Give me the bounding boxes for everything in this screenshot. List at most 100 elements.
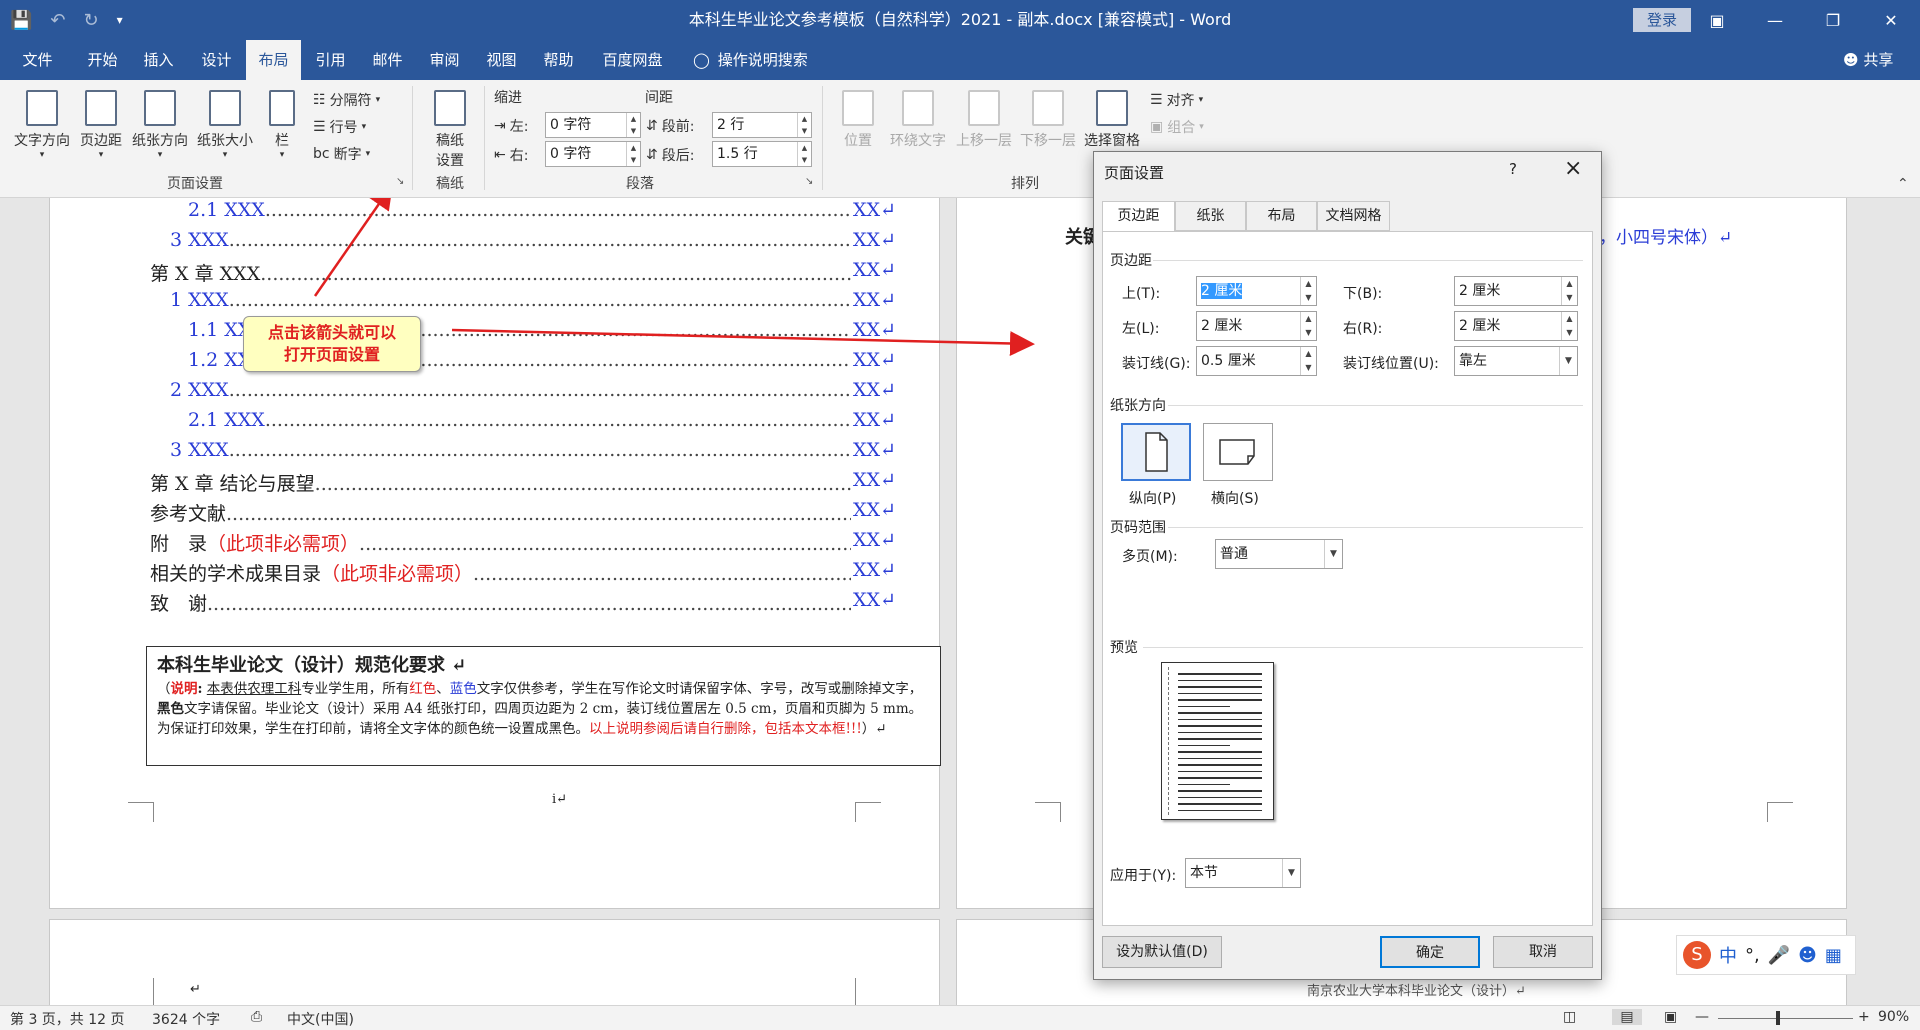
toc-entry[interactable]: 第 X 章 XXX...............................… — [150, 259, 896, 285]
tab-view[interactable]: 视图 — [474, 40, 529, 80]
punctuation-icon[interactable]: °, — [1745, 945, 1760, 966]
minimize-icon[interactable]: — — [1746, 0, 1804, 40]
toc-entry[interactable]: 相关的学术成果目录（此项非必需项）.......................… — [150, 559, 896, 585]
tab-layout[interactable]: 布局 — [246, 40, 301, 80]
gutter-input[interactable]: 0.5 厘米 ▲ ▼ — [1196, 346, 1317, 376]
tab-home[interactable]: 开始 — [75, 40, 130, 80]
tab-baidu-netdisk[interactable]: 百度网盘 — [595, 40, 670, 80]
tab-mailings[interactable]: 邮件 — [360, 40, 415, 80]
zoom-level[interactable]: 90% — [1878, 1009, 1909, 1025]
zoom-in-icon[interactable]: + — [1858, 1009, 1870, 1025]
tab-paper[interactable]: 纸张 — [1175, 201, 1246, 231]
draft-settings-button[interactable]: 稿纸 设置 — [424, 90, 476, 170]
gutter-position-select[interactable]: 靠左 ▼ — [1454, 346, 1578, 376]
toc-entry[interactable]: 1 XXX...................................… — [170, 289, 896, 315]
document-page-next-left[interactable]: ↵ — [49, 919, 940, 1005]
orientation-button[interactable]: 纸张方向 ▾ — [128, 90, 192, 160]
toc-entry[interactable]: 第 X 章 结论与展望.............................… — [150, 469, 896, 495]
position-button[interactable]: 位置 — [836, 90, 880, 150]
columns-button[interactable]: 栏 ▾ — [264, 90, 300, 160]
right-margin-input[interactable]: 2 厘米 ▲ ▼ — [1454, 311, 1578, 341]
toc-entry[interactable]: 致 谢.....................................… — [150, 589, 896, 615]
margins-button[interactable]: 页边距 ▾ — [76, 90, 126, 160]
customize-qat-icon[interactable]: ▾ — [117, 13, 123, 27]
align-button[interactable]: ☰ 对齐 ▾ — [1150, 90, 1203, 110]
portrait-label[interactable]: 纵向(P) — [1129, 488, 1176, 508]
toc-entry[interactable]: 参考文献....................................… — [150, 499, 896, 525]
language-indicator[interactable]: 中文(中国) — [287, 1009, 354, 1029]
zoom-out-icon[interactable]: — — [1695, 1009, 1709, 1025]
toc-entry[interactable]: 2.1 XXX.................................… — [188, 199, 896, 225]
left-margin-input[interactable]: 2 厘米 ▲ ▼ — [1196, 311, 1317, 341]
help-icon[interactable]: ? — [1509, 160, 1517, 178]
text-direction-button[interactable]: 文字方向 ▾ — [10, 90, 74, 160]
restore-icon[interactable]: ❐ — [1804, 0, 1862, 40]
bottom-margin-input[interactable]: 2 厘米 ▲ ▼ — [1454, 276, 1578, 306]
apply-to-select[interactable]: 本节 ▼ — [1185, 858, 1301, 888]
tab-file[interactable]: 文件 — [10, 40, 65, 80]
collapse-ribbon-icon[interactable]: ⌃ — [1897, 176, 1909, 192]
top-margin-input[interactable]: 2 厘米 ▲ ▼ — [1196, 276, 1317, 306]
toc-entry[interactable]: 2 XXX...................................… — [170, 379, 896, 405]
landscape-option[interactable] — [1203, 423, 1273, 481]
indent-right-input[interactable]: 0 字符 ▲ ▼ — [545, 141, 641, 167]
ime-mode-label[interactable]: 中 — [1719, 942, 1737, 968]
wrap-text-button[interactable]: 环绕文字 — [886, 90, 950, 150]
page-count[interactable]: 第 3 页，共 12 页 — [10, 1009, 125, 1029]
dialog-close-icon[interactable]: × — [1564, 156, 1582, 181]
tab-review[interactable]: 审阅 — [417, 40, 472, 80]
ok-button[interactable]: 确定 — [1380, 936, 1480, 968]
bring-forward-button[interactable]: 上移一层 — [952, 90, 1016, 150]
toolbox-icon[interactable]: ▦ — [1825, 945, 1842, 966]
set-default-button[interactable]: 设为默认值(D) — [1102, 936, 1222, 968]
toc-entry[interactable]: 2.1 XXX.................................… — [188, 409, 896, 435]
tab-references[interactable]: 引用 — [303, 40, 358, 80]
print-layout-icon[interactable]: ▤ — [1612, 1009, 1642, 1025]
login-button[interactable]: 登录 — [1633, 8, 1691, 32]
spacing-after-input[interactable]: 1.5 行 ▲ ▼ — [712, 141, 812, 167]
hyphenation-button[interactable]: bc 断字 ▾ — [313, 144, 370, 164]
undo-icon[interactable]: ↶ — [50, 10, 65, 31]
tab-dialog-layout[interactable]: 布局 — [1246, 201, 1317, 231]
size-button[interactable]: 纸张大小 ▾ — [193, 90, 257, 160]
tab-document-grid[interactable]: 文档网格 — [1317, 201, 1390, 231]
spacing-before-input[interactable]: 2 行 ▲ ▼ — [712, 112, 812, 138]
group-objects-button[interactable]: ▣ 组合 ▾ — [1150, 117, 1204, 137]
web-layout-icon[interactable]: ▣ — [1664, 1009, 1677, 1025]
cancel-button[interactable]: 取消 — [1493, 936, 1593, 968]
tab-design[interactable]: 设计 — [189, 40, 244, 80]
indent-left-input[interactable]: 0 字符 ▲ ▼ — [545, 112, 641, 138]
tab-margins[interactable]: 页边距 — [1102, 201, 1175, 233]
multiple-pages-select[interactable]: 普通 ▼ — [1215, 539, 1343, 569]
requirements-textbox[interactable]: 本科生毕业论文（设计）规范化要求 ↵ （说明: 本表供农理工科专业学生用，所有红… — [146, 646, 941, 766]
landscape-label[interactable]: 横向(S) — [1211, 488, 1259, 508]
send-backward-button[interactable]: 下移一层 — [1016, 90, 1080, 150]
user-icon[interactable]: ☻ — [1798, 945, 1817, 966]
line-numbers-button[interactable]: ☰ 行号 ▾ — [313, 117, 366, 137]
share-button[interactable]: ☻ 共享 — [1843, 40, 1893, 80]
proofing-icon[interactable]: ⎙ — [251, 1009, 262, 1025]
spacing-before-label: ⇵ 段前: — [646, 118, 695, 135]
tell-me-search[interactable]: ◯ 操作说明搜索 — [693, 40, 808, 80]
word-count[interactable]: 3624 个字 — [152, 1009, 220, 1029]
redo-icon[interactable]: ↻ — [84, 10, 99, 31]
paragraph-launcher-icon[interactable]: ↘ — [805, 176, 813, 187]
read-mode-icon[interactable]: ◫ — [1563, 1009, 1576, 1025]
zoom-slider-thumb[interactable] — [1776, 1011, 1780, 1025]
toc-entry[interactable]: 附 录（此项非必需项）.............................… — [150, 529, 896, 555]
toc-entry[interactable]: 3 XXX...................................… — [170, 439, 896, 465]
portrait-option[interactable] — [1121, 423, 1191, 481]
page-setup-launcher-icon[interactable]: ↘ — [396, 176, 404, 187]
selection-pane-button[interactable]: 选择窗格 — [1080, 90, 1144, 150]
document-page-left[interactable]: 2.1 XXX.................................… — [49, 198, 941, 909]
ime-toolbar[interactable]: S 中 °, 🎤 ☻ ▦ — [1676, 935, 1856, 975]
zoom-slider[interactable] — [1718, 1018, 1853, 1019]
tab-insert[interactable]: 插入 — [131, 40, 186, 80]
ribbon-display-icon[interactable]: ▣ — [1688, 0, 1746, 40]
close-icon[interactable]: ✕ — [1862, 0, 1920, 40]
save-icon[interactable]: 💾 — [10, 10, 32, 31]
breaks-button[interactable]: ☷ 分隔符 ▾ — [313, 90, 380, 110]
toc-entry[interactable]: 3 XXX...................................… — [170, 229, 896, 255]
microphone-icon[interactable]: 🎤 — [1768, 945, 1790, 966]
tab-help[interactable]: 帮助 — [531, 40, 586, 80]
